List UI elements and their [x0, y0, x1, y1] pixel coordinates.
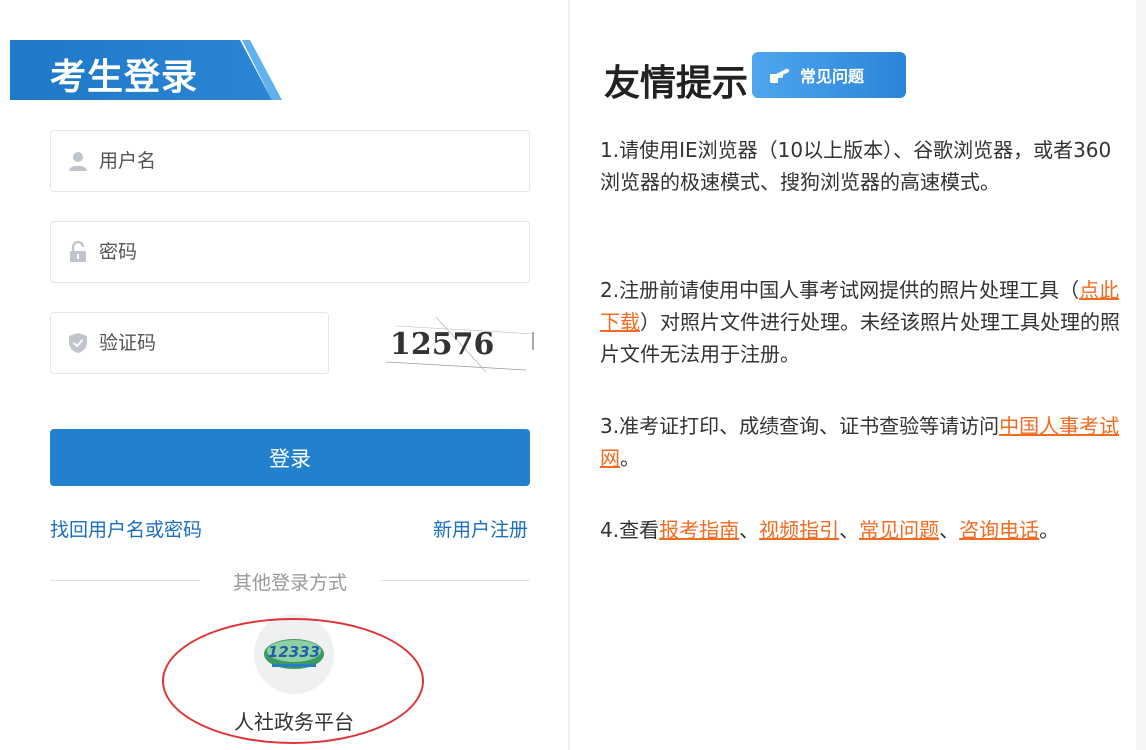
tip-3-suffix: 。	[620, 446, 640, 470]
username-field[interactable]	[50, 130, 530, 192]
other-login-methods-label: 其他登录方式	[232, 572, 347, 594]
register-link[interactable]: 新用户注册	[433, 515, 528, 542]
tip-4-suffix: 。	[1039, 518, 1060, 542]
username-input[interactable]	[99, 131, 521, 191]
tip-2-suffix: ）对照片文件进行处理。未经该照片处理工具处理的照片文件无法用于注册。	[600, 310, 1120, 366]
login-button[interactable]: 登录	[50, 429, 530, 486]
tip-4-sep: 、	[939, 518, 960, 542]
captcha-image[interactable]: 12576	[376, 312, 540, 374]
faq-link[interactable]: 常见问题	[859, 518, 939, 542]
tip-4-sep: 、	[839, 518, 860, 542]
password-field[interactable]	[50, 221, 530, 283]
tip-3-prefix: 3.准考证打印、成绩查询、证书查验等请访问	[600, 414, 1000, 438]
tips-panel: 友情提示 常见问题 1.请使用IE浏览器（10以上版本）、谷歌浏览器，或者360…	[570, 0, 1136, 750]
tip-2-prefix: 2.注册前请使用中国人事考试网提供的照片处理工具（	[600, 278, 1080, 302]
user-icon	[69, 152, 87, 171]
password-input[interactable]	[99, 222, 521, 282]
lock-icon	[70, 241, 86, 262]
captcha-text: 12576	[390, 327, 494, 362]
tip-item-1: 1.请使用IE浏览器（10以上版本）、谷歌浏览器，或者360浏览器的极速模式、搜…	[600, 134, 1120, 198]
page-right-margin	[1136, 0, 1146, 750]
shield-icon	[69, 333, 87, 353]
faq-badge-label: 常见问题	[800, 67, 865, 86]
video-guide-link[interactable]: 视频指引	[759, 518, 839, 542]
exam-guide-link[interactable]: 报考指南	[659, 518, 739, 542]
tip-item-2: 2.注册前请使用中国人事考试网提供的照片处理工具（点此下载）对照片文件进行处理。…	[600, 274, 1120, 370]
tip-item-3: 3.准考证打印、成绩查询、证书查验等请访问中国人事考试网。	[600, 410, 1120, 474]
tip-4-prefix: 4.查看	[600, 518, 660, 542]
tip-item-4: 4.查看报考指南、视频指引、常见问题、咨询电话。	[600, 514, 1120, 546]
pointing-hand-icon	[770, 68, 790, 83]
tip-4-sep: 、	[739, 518, 760, 542]
faq-badge-button[interactable]: 常见问题	[752, 52, 906, 98]
tip-1-text: 1.请使用IE浏览器（10以上版本）、谷歌浏览器，或者360浏览器的极速模式、搜…	[600, 138, 1112, 194]
captcha-input[interactable]	[99, 313, 320, 373]
captcha-field[interactable]	[50, 312, 329, 374]
login-panel: 考生登录 12576 登录 找回用户名	[10, 0, 568, 750]
login-title: 考生登录	[50, 57, 199, 98]
forgot-credentials-link[interactable]: 找回用户名或密码	[50, 515, 202, 542]
consult-phone-link[interactable]: 咨询电话	[959, 518, 1039, 542]
tips-title: 友情提示	[604, 63, 749, 104]
highlight-ellipse	[162, 618, 424, 744]
